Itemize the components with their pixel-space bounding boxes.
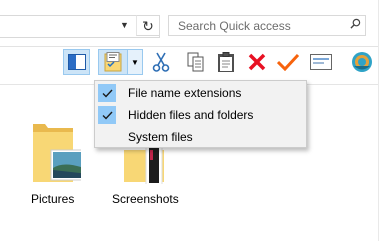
address-dropdown-icon[interactable]: ▼ [120, 20, 129, 30]
preview-pane-icon [67, 54, 86, 70]
search-input[interactable]: Search Quick access [168, 15, 366, 36]
delete-button[interactable] [245, 49, 269, 75]
globe-icon [352, 52, 372, 72]
view-options-menu: File name extensions Hidden files and fo… [94, 80, 307, 148]
paste-button[interactable] [214, 49, 238, 75]
view-options-dropdown[interactable]: ▼ [128, 49, 143, 75]
pictures-folder-icon [33, 124, 81, 182]
copy-icon [187, 52, 204, 72]
address-row: ▼ ↻ Search Quick access [0, 0, 391, 41]
envelope-icon [310, 54, 332, 70]
search-icon [350, 18, 361, 29]
chevron-down-icon: ▼ [131, 57, 139, 67]
menu-item-file-name-extensions[interactable]: File name extensions [95, 82, 306, 104]
screenshots-label: Screenshots [112, 192, 179, 206]
menu-item-label: System files [128, 130, 193, 144]
refresh-icon: ↻ [142, 18, 154, 34]
pictures-folder[interactable]: Pictures [18, 120, 88, 206]
copy-button[interactable] [184, 49, 208, 75]
view-options-button[interactable] [98, 49, 128, 75]
checkmark-icon [98, 106, 116, 124]
preview-pane-button[interactable] [63, 49, 90, 75]
menu-item-system-files[interactable]: System files [95, 126, 306, 148]
menu-item-hidden-files[interactable]: Hidden files and folders [95, 104, 306, 126]
menu-item-label: File name extensions [128, 86, 242, 100]
toolbar-separator [0, 46, 378, 47]
refresh-button[interactable]: ↻ [136, 15, 160, 36]
view-options-icon [104, 52, 122, 72]
cut-button[interactable] [149, 49, 173, 75]
select-button[interactable] [276, 49, 300, 75]
scissors-icon [152, 52, 170, 72]
checkmark-icon [277, 53, 299, 71]
menu-item-label: Hidden files and folders [128, 108, 254, 122]
red-x-icon [248, 53, 266, 71]
scrollbar-area[interactable] [378, 0, 391, 241]
pictures-label: Pictures [31, 192, 75, 206]
properties-button[interactable] [309, 49, 333, 75]
clipboard-icon [218, 51, 234, 72]
checkmark-icon [98, 84, 116, 102]
search-placeholder: Search Quick access [178, 19, 291, 33]
network-button[interactable] [349, 49, 375, 75]
